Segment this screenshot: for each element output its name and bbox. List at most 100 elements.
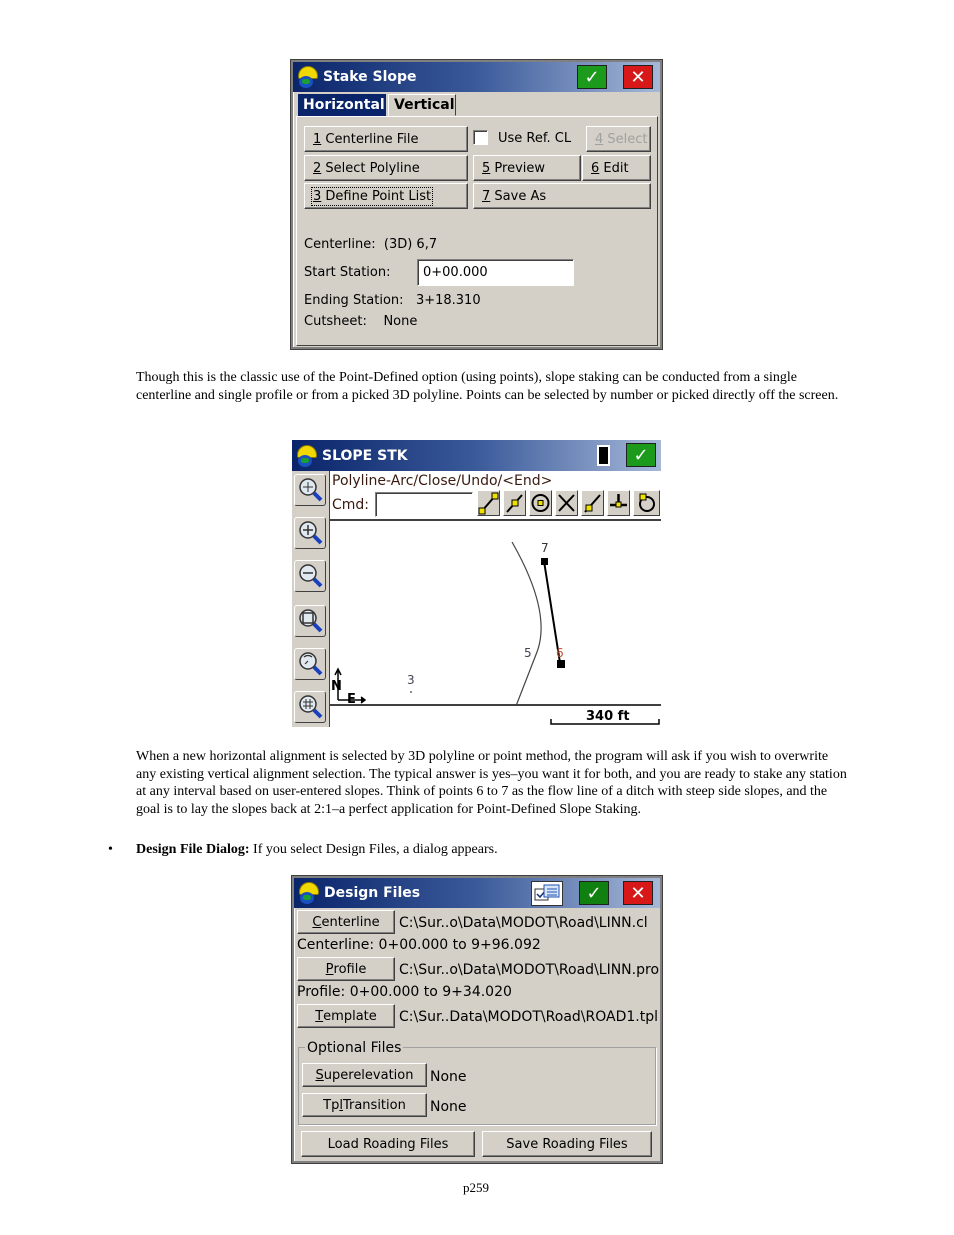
centerline-file-button[interactable]: 1 Centerline File [304,126,468,152]
load-roading-files-button[interactable]: Load Roading Files [301,1131,475,1157]
template-button[interactable]: Template [297,1004,395,1028]
snap-intersection-icon [558,494,575,512]
zoom-window-button[interactable] [294,605,326,637]
centerline-value: (3D) 6,7 [383,237,438,252]
zoom-extents-button[interactable] [294,474,326,506]
north-label: N [331,679,342,694]
dialog-title: Design Files [324,885,421,901]
edit-button[interactable]: 6 Edit [582,155,651,181]
snap-intersection-button[interactable] [555,490,578,516]
close-button[interactable]: ✕ [623,65,653,89]
cutsheet-value: None [383,314,418,329]
app-logo-icon [296,65,320,89]
optional-files-legend: Optional Files [305,1040,404,1056]
profile-range: Profile: 0+00.000 to 9+34.020 [297,984,512,1000]
point-7-label: 7 [541,541,549,555]
snap-endpoint-button[interactable] [477,490,500,516]
zoom-previous-button[interactable] [294,648,326,680]
title-bar: Design Files ✓ ✕ [294,878,660,908]
zoom-in-icon [299,521,323,545]
use-ref-cl-checkbox[interactable] [473,130,488,145]
tab-label: Vertical [394,97,455,113]
drawing-canvas[interactable]: 7 6 5 3 N E 340 ft [330,522,661,727]
point-6-marker [557,660,565,668]
arc-polyline [511,541,542,707]
centerline-label: Centerline: (3D) 6,7 [304,237,438,252]
checkmark-icon: ✓ [586,882,602,904]
snap-nearest-icon [584,494,601,513]
bullet-text: If you select Design Files, a dialog app… [249,842,498,857]
app-logo-icon [297,881,321,905]
snap-nearest-button[interactable] [581,490,604,516]
centerline-range: Centerline: 0+00.000 to 9+96.092 [297,937,541,953]
point-7-marker [541,558,548,565]
checkmark-icon: ✓ [584,66,600,88]
point-6-label: 6 [556,646,564,660]
list-check-icon [534,884,560,901]
start-station-label: Start Station: [304,265,391,280]
profile-path: C:\Sur..o\Data\MODOT\Road\LINN.pro [399,962,660,978]
snap-tangent-icon [639,493,655,512]
cmd-label: Cmd: [332,497,370,513]
define-point-list-button[interactable]: 3 Define Point List [304,183,468,209]
command-prompt: Polyline-Arc/Close/Undo/<End> [332,473,553,489]
design-files-dialog: Design Files ✓ ✕ Centerline C:\Sur..o\Da… [292,876,662,1163]
zoom-grid-icon [299,695,323,719]
zoom-in-button[interactable] [294,517,326,549]
zoom-window-icon [299,609,323,633]
command-divider [329,519,661,521]
tab-label: Horizontal [303,97,385,113]
checkmark-icon: ✓ [633,444,649,466]
centerline-path: C:\Sur..o\Data\MODOT\Road\LINN.cl [399,915,648,931]
cmd-input[interactable] [375,492,473,517]
snap-midpoint-button[interactable] [503,490,526,516]
close-icon: ✕ [630,66,646,88]
centerline-button[interactable]: Centerline [297,910,395,934]
zoom-extents-icon [299,478,323,502]
preview-button[interactable]: 5 Preview [473,155,581,181]
select-polyline-button[interactable]: 2 Select Polyline [304,155,468,181]
close-button[interactable]: ✕ [623,881,653,905]
ending-station-label: Ending Station: 3+18.310 [304,293,481,308]
paragraph-2: When a new horizontal alignment is selec… [136,749,847,817]
zoom-out-icon [299,564,323,588]
zoom-out-button[interactable] [294,560,326,592]
snap-perpendicular-button[interactable] [607,490,630,516]
profile-button[interactable]: Profile [297,957,395,981]
tab-horizontal[interactable]: Horizontal [298,94,386,116]
stake-slope-dialog: Stake Slope ✓ ✕ Horizontal Vertical 1 Ce… [291,60,662,349]
app-logo-icon [295,444,319,468]
snap-midpoint-icon [506,494,523,513]
bullet-icon: • [108,842,113,857]
snap-tangent-button[interactable] [633,490,660,516]
scale-label: 340 ft [586,709,630,724]
point-3-marker [410,691,412,693]
ending-station-value: 3+18.310 [415,293,481,308]
snap-center-icon [531,494,550,512]
title-bar: Stake Slope ✓ ✕ [293,62,660,92]
zoom-previous-icon [299,652,323,676]
snap-center-button[interactable] [529,490,552,516]
ok-button[interactable]: ✓ [579,881,609,905]
page-number: p259 [463,1180,489,1195]
select-button[interactable]: 4 Select [586,126,651,152]
point-5-label: 5 [524,646,532,660]
list-view-button[interactable] [531,881,563,906]
ok-button[interactable]: ✓ [626,443,656,467]
superelevation-button[interactable]: Superelevation [302,1063,427,1087]
zoom-grid-button[interactable] [294,691,326,723]
tab-vertical[interactable]: Vertical [388,94,456,116]
point-3-label: 3 [407,673,415,687]
save-roading-files-button[interactable]: Save Roading Files [482,1131,652,1157]
bullet-bold: Design File Dialog: [136,842,250,857]
cutsheet-label: Cutsheet: None [304,314,418,329]
save-as-button[interactable]: 7 Save As [473,183,651,209]
superelevation-value: None [430,1069,467,1085]
battery-icon [597,445,610,466]
snap-perpendicular-icon [610,494,627,508]
tpl-transition-button[interactable]: Tp l Transition [302,1093,427,1117]
start-station-input[interactable]: 0+00.000 [417,259,574,286]
snap-endpoint-icon [478,492,499,515]
ok-button[interactable]: ✓ [577,65,607,89]
bullet-item: • Design File Dialog: If you select Desig… [108,841,828,859]
